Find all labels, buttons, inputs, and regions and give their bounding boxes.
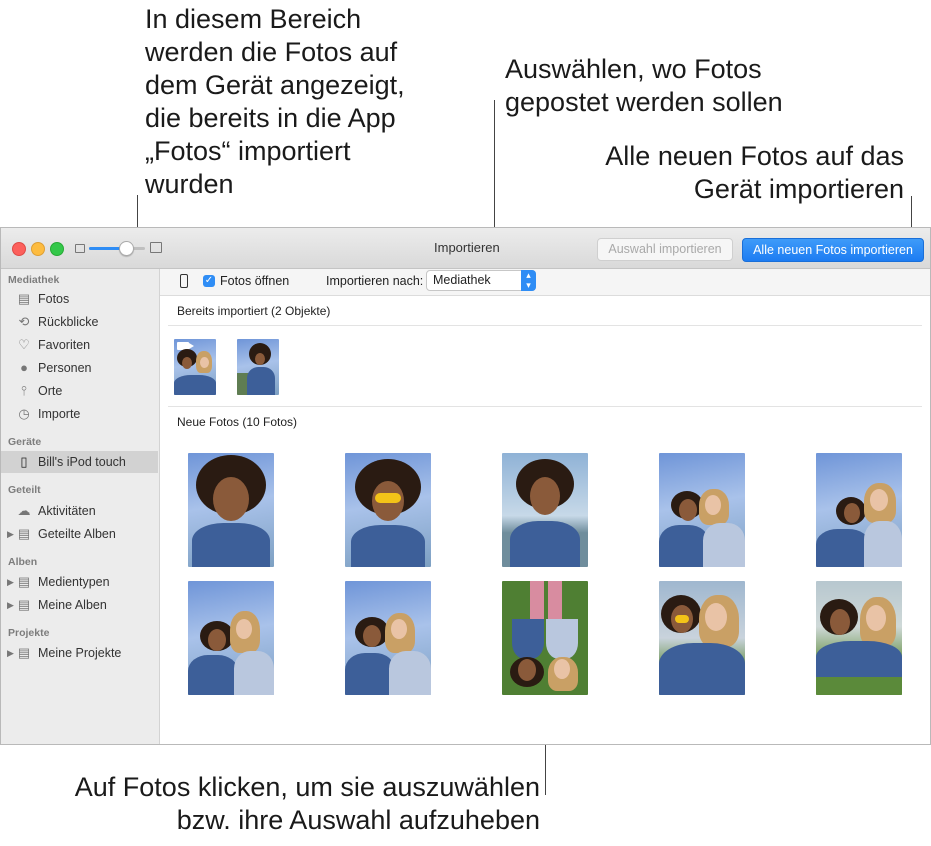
sidebar-item-imports[interactable]: ◷ Importe (1, 403, 158, 425)
import-destination-select[interactable]: Mediathek ▴ ▾ (426, 270, 536, 291)
sidebar-item-activity[interactable]: ☁ Aktivitäten (1, 500, 158, 522)
sidebar-heading-projects: Projekte (8, 627, 50, 639)
folder-icon: ▤ (17, 597, 31, 612)
callout-select-photos: Auf Fotos klicken, um sie auszuwählen bz… (74, 772, 540, 835)
sidebar-item-photos[interactable]: ▤ Fotos (1, 288, 158, 310)
new-photos-title: Neue Fotos (10 Fotos) (177, 415, 298, 429)
new-photo-thumbnail[interactable] (659, 581, 745, 695)
new-photo-thumbnail[interactable] (816, 453, 902, 567)
sidebar-item-places[interactable]: ⫯ Orte (1, 380, 158, 402)
cloud-icon: ☁ (17, 503, 31, 518)
new-photo-thumbnail[interactable] (816, 581, 902, 695)
title-bar: Importieren Auswahl importieren Alle neu… (1, 228, 930, 269)
import-content: ✓ Fotos öffnen Importieren nach: Mediath… (160, 269, 930, 744)
small-thumbnail-icon (75, 244, 85, 253)
large-thumbnail-icon (150, 242, 162, 253)
sidebar: Mediathek ▤ Fotos ⟲ Rückblicke ♡ Favorit… (1, 269, 160, 744)
imported-video-thumbnail[interactable] (174, 339, 216, 395)
import-all-button[interactable]: Alle neuen Fotos importieren (742, 238, 924, 262)
imported-photo-thumbnail[interactable] (237, 339, 279, 395)
slider-knob[interactable] (119, 241, 134, 256)
zoom-button[interactable] (50, 242, 64, 256)
disclosure-triangle-icon[interactable]: ▶ (7, 523, 14, 545)
heart-icon: ♡ (18, 337, 30, 352)
new-photo-thumbnail[interactable] (502, 453, 588, 567)
sidebar-item-shared-albums[interactable]: ▶ ▤ Geteilte Alben (1, 523, 158, 545)
sidebar-item-label: Favoriten (38, 338, 91, 352)
sidebar-item-memories[interactable]: ⟲ Rückblicke (1, 311, 158, 333)
disclosure-triangle-icon[interactable]: ▶ (7, 642, 14, 664)
folder-icon: ▤ (17, 645, 31, 660)
ipod-icon (180, 274, 188, 288)
clock-icon: ◷ (18, 406, 30, 421)
sidebar-item-label: Medientypen (38, 575, 110, 589)
sidebar-item-people[interactable]: ● Personen (1, 357, 158, 379)
sidebar-item-label: Orte (38, 384, 63, 398)
sidebar-heading-library: Mediathek (8, 274, 60, 286)
new-photo-thumbnail[interactable] (659, 453, 745, 567)
sidebar-item-label: Personen (38, 361, 92, 375)
sidebar-item-media-types[interactable]: ▶ ▤ Medientypen (1, 571, 158, 593)
sidebar-item-label: Fotos (38, 292, 70, 306)
window-title: Importieren (434, 240, 500, 255)
sidebar-item-ipod[interactable]: ▯ Bill's iPod touch (1, 451, 158, 473)
new-photo-thumbnail[interactable] (345, 453, 431, 567)
person-icon: ● (20, 360, 28, 375)
memories-icon: ⟲ (18, 314, 30, 329)
sidebar-heading-albums: Alben (8, 556, 38, 568)
sidebar-item-label: Bill's iPod touch (38, 455, 126, 469)
folder-icon: ▤ (17, 526, 31, 541)
sidebar-item-my-albums[interactable]: ▶ ▤ Meine Alben (1, 594, 158, 616)
import-toolbar: ✓ Fotos öffnen Importieren nach: Mediath… (160, 269, 930, 296)
import-selected-button[interactable]: Auswahl importieren (597, 238, 733, 261)
pin-icon: ⫯ (21, 383, 27, 398)
already-imported-title: Bereits importiert (2 Objekte) (177, 304, 331, 318)
divider (168, 406, 922, 407)
folder-icon: ▤ (17, 574, 31, 589)
leader-line-destination (494, 100, 495, 248)
new-photo-thumbnail[interactable] (188, 453, 274, 567)
ipod-icon: ▯ (20, 454, 28, 469)
import-to-label: Importieren nach: (326, 274, 424, 288)
sidebar-heading-shared: Geteilt (8, 484, 41, 496)
chevron-updown-icon: ▴ ▾ (521, 270, 536, 291)
sidebar-item-label: Meine Projekte (38, 646, 122, 660)
new-photo-thumbnail[interactable] (502, 581, 588, 695)
sidebar-item-favorites[interactable]: ♡ Favoriten (1, 334, 158, 356)
sidebar-item-label: Meine Alben (38, 598, 107, 612)
divider (168, 325, 922, 326)
sidebar-item-label: Importe (38, 407, 81, 421)
import-window: Importieren Auswahl importieren Alle neu… (0, 227, 931, 745)
open-photos-label: Fotos öffnen (220, 274, 290, 288)
minimize-button[interactable] (31, 242, 45, 256)
callout-import-all: Alle neuen Fotos auf das Gerät importier… (605, 141, 904, 204)
callout-imported-area: In diesem Bereich werden die Fotos auf d… (145, 4, 405, 199)
disclosure-triangle-icon[interactable]: ▶ (7, 594, 14, 616)
thumbnail-size-slider[interactable] (89, 247, 145, 250)
sidebar-item-label: Geteilte Alben (38, 527, 116, 541)
photos-icon: ▤ (17, 291, 31, 306)
open-photos-checkbox[interactable]: ✓ (203, 275, 215, 287)
sidebar-item-label: Aktivitäten (38, 504, 96, 518)
sidebar-item-my-projects[interactable]: ▶ ▤ Meine Projekte (1, 642, 158, 664)
new-photo-thumbnail[interactable] (188, 581, 274, 695)
disclosure-triangle-icon[interactable]: ▶ (7, 571, 14, 593)
close-button[interactable] (12, 242, 26, 256)
slider-fill (89, 247, 120, 250)
callout-import-destination: Auswählen, wo Fotos gepostet werden soll… (505, 54, 783, 117)
sidebar-heading-devices: Geräte (8, 436, 42, 448)
sidebar-item-label: Rückblicke (38, 315, 99, 329)
new-photo-thumbnail[interactable] (345, 581, 431, 695)
import-destination-value: Mediathek (433, 273, 491, 287)
